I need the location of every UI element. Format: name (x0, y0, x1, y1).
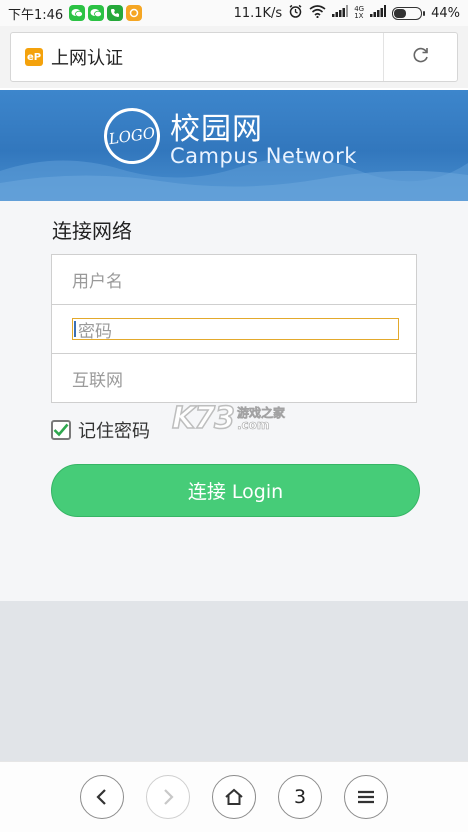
signal-icon-2 (370, 5, 387, 21)
signal-icon-1 (332, 5, 349, 21)
banner-title-en: Campus Network (170, 144, 357, 168)
login-button[interactable]: 连接 Login (51, 464, 420, 517)
message-icon (126, 5, 143, 21)
tabs-button[interactable]: 3 (278, 775, 322, 819)
battery-icon (392, 6, 426, 20)
remember-password[interactable]: 记住密码 (51, 417, 150, 443)
wechat-icon-2 (88, 5, 105, 21)
remember-label: 记住密码 (78, 421, 150, 442)
campus-banner: LOGO 校园网 Campus Network (0, 90, 468, 201)
form-heading: 连接网络 (52, 219, 132, 243)
watermark: K73 游戏之家 .com (171, 400, 286, 437)
net-speed: 11.1K/s (233, 5, 283, 21)
password-placeholder: 密码 (78, 321, 112, 342)
chevron-left-icon (96, 789, 106, 805)
banner-title-cn: 校园网 (170, 112, 263, 147)
wifi-icon (309, 4, 326, 22)
phone-icon (107, 5, 124, 21)
remember-checkbox[interactable] (51, 420, 71, 440)
back-button[interactable] (80, 775, 124, 819)
menu-button[interactable] (344, 775, 388, 819)
page-blank-area (0, 601, 468, 761)
home-icon (225, 788, 243, 805)
menu-icon (358, 790, 374, 804)
watermark-brand: K73 (171, 400, 236, 437)
battery-percent: 44% (431, 5, 460, 21)
status-bar: 下午1:46 11.1K/s 4G 1X 44% (0, 0, 468, 26)
watermark-domain: .com (237, 417, 270, 432)
browser-toolbar: eP 上网认证 (0, 26, 468, 88)
username-field[interactable]: 用户名 (52, 255, 416, 304)
page-title: 上网认证 (51, 48, 123, 69)
chevron-right-icon (164, 789, 174, 805)
field-group: 用户名 密码 互联网 (51, 254, 417, 403)
reload-icon (411, 45, 431, 69)
password-input[interactable]: 密码 (72, 318, 399, 342)
forward-button[interactable] (146, 775, 190, 819)
provider-placeholder: 互联网 (72, 370, 123, 391)
alarm-icon (288, 4, 303, 23)
password-field[interactable]: 密码 (52, 304, 416, 353)
network-type: 4G 1X (354, 5, 365, 20)
wechat-icon (69, 5, 86, 21)
reload-button[interactable] (383, 33, 457, 81)
site-favicon-icon: eP (25, 48, 43, 66)
watermark-brand-cn: 游戏之家 (237, 405, 286, 420)
bottom-nav: 3 (0, 761, 468, 832)
status-time: 下午1:46 (8, 7, 64, 23)
tab-count: 3 (293, 786, 307, 808)
home-button[interactable] (212, 775, 256, 819)
text-caret (74, 321, 76, 337)
provider-field[interactable]: 互联网 (52, 353, 416, 402)
status-right: 11.1K/s 4G 1X 44% (234, 4, 460, 23)
checkmark-icon (53, 423, 69, 437)
address-bar[interactable]: eP 上网认证 (10, 32, 458, 82)
username-placeholder: 用户名 (72, 272, 123, 292)
login-form: 连接网络 用户名 密码 互联网 记住密码 连接 Login K73 游戏之家 .… (0, 201, 468, 601)
